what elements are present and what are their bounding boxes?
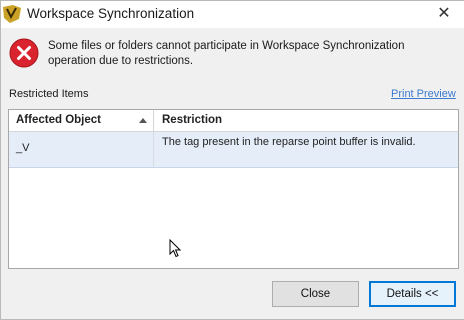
- close-icon[interactable]: ✕: [430, 3, 458, 25]
- error-icon: [9, 38, 39, 68]
- table-row[interactable]: _V The tag present in the reparse point …: [9, 132, 458, 168]
- column-header-label: Restriction: [162, 114, 223, 126]
- column-header-label: Affected Object: [16, 114, 101, 126]
- details-button[interactable]: Details <<: [369, 281, 456, 307]
- restricted-items-label: Restricted Items: [9, 88, 89, 100]
- window-title: Workspace Synchronization: [27, 6, 195, 21]
- app-logo-icon: [3, 5, 21, 23]
- grid-header: Affected Object Restriction: [9, 110, 458, 132]
- column-header-affected-object[interactable]: Affected Object: [9, 110, 154, 131]
- sort-ascending-icon: [139, 118, 147, 123]
- close-button[interactable]: Close: [272, 281, 359, 307]
- dialog-window: Workspace Synchronization ✕ Some files o…: [0, 0, 464, 320]
- column-header-restriction[interactable]: Restriction: [154, 110, 458, 131]
- restriction-cell: The tag present in the reparse point buf…: [162, 136, 416, 148]
- print-preview-link[interactable]: Print Preview: [391, 88, 456, 100]
- title-bar[interactable]: Workspace Synchronization ✕: [1, 1, 464, 28]
- error-message: Some files or folders cannot participate…: [48, 40, 405, 67]
- mouse-pointer-icon: [169, 239, 181, 258]
- affected-object-cell: _V: [9, 132, 154, 167]
- restricted-items-grid[interactable]: Affected Object Restriction _V The tag p…: [8, 109, 459, 269]
